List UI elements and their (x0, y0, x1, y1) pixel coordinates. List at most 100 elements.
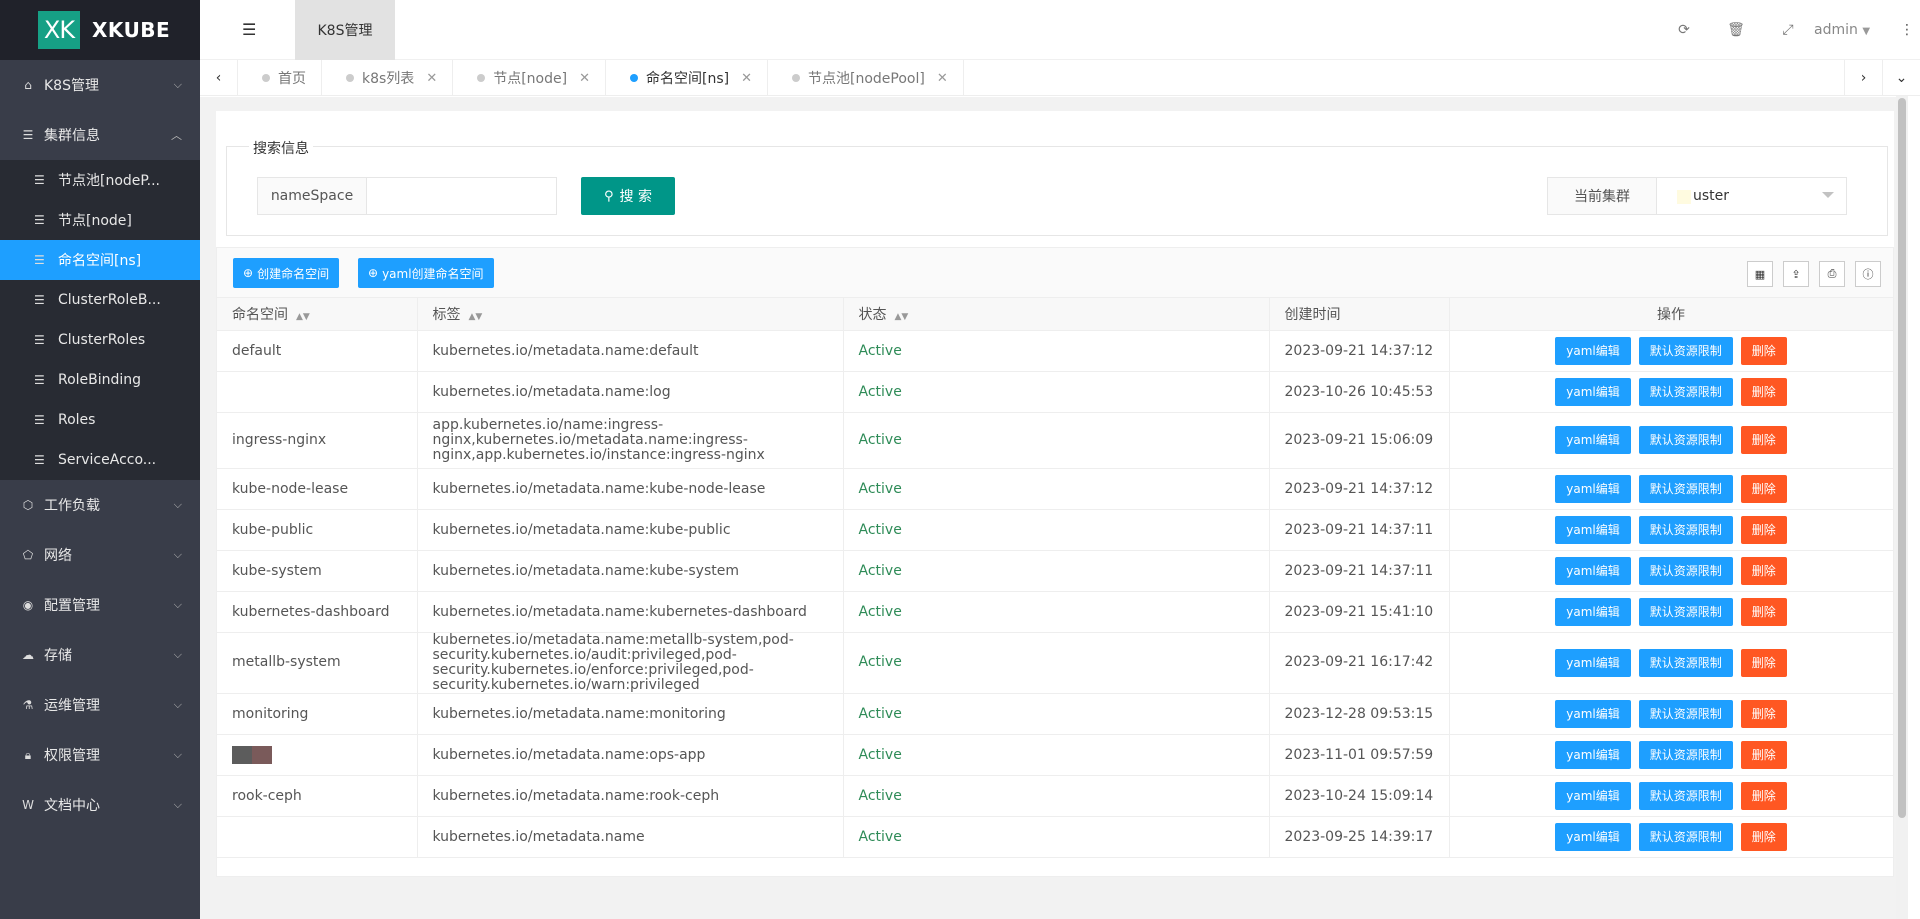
cluster-select[interactable]: uster (1657, 177, 1847, 215)
delete-button[interactable]: 删除 (1740, 426, 1787, 454)
sidebar-item-network[interactable]: ⬠ 网络 ⌵ (0, 530, 200, 580)
tabs-scroll-right-icon[interactable]: › (1844, 60, 1882, 96)
sidebar-item-config[interactable]: ◉ 配置管理 ⌵ (0, 580, 200, 630)
default-limit-button[interactable]: 默认资源限制 (1638, 377, 1733, 406)
close-icon[interactable]: ✕ (426, 71, 437, 86)
tab-node[interactable]: 节点[node] ✕ (453, 60, 606, 96)
sort-icon[interactable]: ▲▼ (296, 312, 310, 322)
user-menu[interactable]: admin ▼ (1814, 22, 1894, 38)
sort-icon[interactable]: ▲▼ (469, 312, 483, 322)
print-icon[interactable]: ⎙ (1819, 261, 1845, 287)
sidebar-item-permission[interactable]: 🔒︎ 权限管理 ⌵ (0, 730, 200, 780)
delete-button[interactable]: 删除 (1740, 377, 1787, 406)
yaml-edit-button[interactable]: yaml编辑 (1555, 515, 1631, 544)
close-icon[interactable]: ✕ (741, 71, 752, 86)
cell-namespace: kubernetes-dashboard (217, 591, 418, 633)
list-icon: ☰ (34, 453, 45, 467)
close-icon[interactable]: ✕ (579, 71, 590, 86)
delete-button[interactable]: 删除 (1740, 474, 1787, 503)
yaml-edit-button[interactable]: yaml编辑 (1555, 699, 1631, 728)
delete-button[interactable]: 删除 (1740, 648, 1787, 677)
sidebar-item-docs[interactable]: W 文档中心 ⌵ (0, 780, 200, 830)
sidebar-subitem-nodepool[interactable]: ☰ 节点池[nodeP... (0, 160, 200, 200)
sidebar-item-workload[interactable]: ⬡ 工作负载 ⌵ (0, 480, 200, 530)
main-content: 搜索信息 nameSpace ⚲ 搜 索 当前集群 uster ⊕ 创建命名空间 ⊕… (200, 96, 1908, 919)
info-icon[interactable]: ⓘ (1855, 261, 1881, 287)
create-namespace-button[interactable]: ⊕ 创建命名空间 (233, 258, 340, 288)
yaml-edit-button[interactable]: yaml编辑 (1555, 648, 1631, 677)
default-limit-button[interactable]: 默认资源限制 (1638, 597, 1733, 626)
sidebar-item-ops[interactable]: ⚗ 运维管理 ⌵ (0, 680, 200, 730)
tab-k8s-list[interactable]: k8s列表 ✕ (322, 60, 454, 96)
sidebar-subitem-rolebinding[interactable]: ☰ RoleBinding (0, 360, 200, 400)
tabs-dropdown-icon[interactable]: ⌄ (1882, 60, 1920, 96)
yaml-edit-button[interactable]: yaml编辑 (1555, 740, 1631, 769)
tab-label: 首页 (278, 71, 306, 87)
page-scrollbar[interactable] (1896, 96, 1908, 919)
default-limit-button[interactable]: 默认资源限制 (1638, 336, 1733, 365)
more-icon[interactable]: ⋮ (1894, 22, 1920, 38)
sidebar-item-k8s[interactable]: ⌂ K8S管理 ⌵ (0, 60, 200, 110)
search-button[interactable]: ⚲ 搜 索 (581, 177, 675, 215)
trash-icon[interactable]: 🗑︎ (1710, 22, 1762, 38)
delete-button[interactable]: 删除 (1740, 740, 1787, 769)
tab-home[interactable]: 首页 (238, 60, 322, 96)
yaml-edit-button[interactable]: yaml编辑 (1555, 336, 1631, 365)
default-limit-button[interactable]: 默认资源限制 (1638, 699, 1733, 728)
sidebar-item-label: 工作负载 (44, 498, 100, 514)
delete-button[interactable]: 删除 (1740, 822, 1787, 851)
refresh-icon[interactable]: ⟳ (1658, 22, 1710, 38)
namespace-input[interactable] (367, 177, 557, 215)
menu-toggle-icon[interactable]: ☰ (242, 20, 256, 39)
default-limit-button[interactable]: 默认资源限制 (1638, 474, 1733, 503)
yaml-edit-button[interactable]: yaml编辑 (1555, 822, 1631, 851)
yaml-edit-button[interactable]: yaml编辑 (1555, 556, 1631, 585)
sidebar-subitem-roles[interactable]: ☰ Roles (0, 400, 200, 440)
yaml-edit-button[interactable]: yaml编辑 (1555, 377, 1631, 406)
sidebar-item-storage[interactable]: ☁ 存储 ⌵ (0, 630, 200, 680)
delete-button[interactable]: 删除 (1740, 781, 1787, 810)
column-header-status[interactable]: 状态 ▲▼ (843, 298, 1270, 331)
sidebar-subitem-clusterroles[interactable]: ☰ ClusterRoles (0, 320, 200, 360)
sidebar-subitem-namespace[interactable]: ☰ 命名空间[ns] (0, 240, 200, 280)
sidebar-subitem-serviceaccount[interactable]: ☰ ServiceAcco... (0, 440, 200, 480)
default-limit-button[interactable]: 默认资源限制 (1638, 781, 1733, 810)
delete-button[interactable]: 删除 (1740, 597, 1787, 626)
default-limit-button[interactable]: 默认资源限制 (1638, 515, 1733, 544)
sidebar-item-cluster[interactable]: ☰ 集群信息 ︿ (0, 110, 200, 160)
column-header-namespace[interactable]: 命名空间 ▲▼ (217, 298, 418, 331)
tab-nodepool[interactable]: 节点池[nodePool] ✕ (768, 60, 964, 96)
fullscreen-icon[interactable]: ⤢ (1762, 22, 1814, 38)
delete-button[interactable]: 删除 (1740, 515, 1787, 544)
delete-button[interactable]: 删除 (1740, 699, 1787, 728)
default-limit-button[interactable]: 默认资源限制 (1638, 822, 1733, 851)
sidebar-subitem-clusterrolebinding[interactable]: ☰ ClusterRoleB... (0, 280, 200, 320)
delete-button[interactable]: 删除 (1740, 336, 1787, 365)
delete-button[interactable]: 删除 (1740, 556, 1787, 585)
sidebar-subitem-node[interactable]: ☰ 节点[node] (0, 200, 200, 240)
table-row: kube-public kubernetes.io/metadata.name:k… (217, 509, 1894, 551)
cell-namespace: rook-ceph (217, 775, 418, 817)
tab-dot (262, 74, 270, 82)
namespace-status: Active (858, 828, 902, 845)
yaml-edit-button[interactable]: yaml编辑 (1555, 781, 1631, 810)
export-icon[interactable]: ⇪ (1783, 261, 1809, 287)
yaml-edit-button[interactable]: yaml编辑 (1555, 474, 1631, 503)
sort-icon[interactable]: ▲▼ (895, 312, 909, 322)
yaml-edit-button[interactable]: yaml编辑 (1555, 597, 1631, 626)
column-header-labels[interactable]: 标签 ▲▼ (417, 298, 844, 331)
scrollbar-thumb[interactable] (1898, 98, 1906, 818)
default-limit-button[interactable]: 默认资源限制 (1638, 648, 1733, 677)
default-limit-button[interactable]: 默认资源限制 (1638, 740, 1733, 769)
columns-icon[interactable]: ▦ (1747, 261, 1773, 287)
default-limit-button[interactable]: 默认资源限制 (1638, 556, 1733, 585)
cell-created: 2023-09-21 14:37:11 (1269, 509, 1450, 551)
tab-label: 节点池[nodePool] (808, 71, 925, 87)
yaml-edit-button[interactable]: yaml编辑 (1555, 426, 1631, 454)
default-limit-button[interactable]: 默认资源限制 (1638, 426, 1733, 454)
yaml-create-namespace-button[interactable]: ⊕ yaml创建命名空间 (358, 258, 494, 288)
tab-namespace[interactable]: 命名空间[ns] ✕ (606, 60, 768, 96)
close-icon[interactable]: ✕ (937, 71, 948, 86)
tabs-scroll-left-icon[interactable]: ‹ (200, 60, 238, 96)
header-tab-k8s[interactable]: K8S管理 (295, 0, 395, 60)
